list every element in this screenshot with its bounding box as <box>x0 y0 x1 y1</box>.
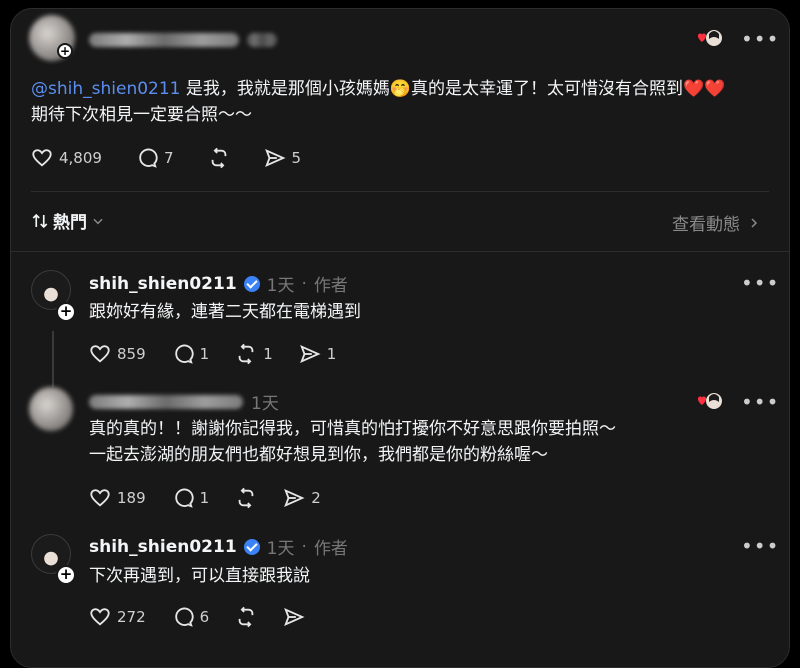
repost-icon <box>235 606 257 628</box>
verified-icon <box>243 275 260 292</box>
reply-author-name[interactable] <box>89 395 243 409</box>
reply-actions: 189 1 2 <box>89 487 321 509</box>
comment-icon <box>136 147 158 169</box>
like-button[interactable]: 272 <box>89 606 146 628</box>
heart-icon <box>31 147 53 169</box>
reply-text: 下次再遇到，可以直接跟我說 <box>89 566 310 586</box>
sort-dropdown[interactable]: 熱門 <box>31 208 105 233</box>
share-button[interactable]: 5 <box>264 147 301 169</box>
thread-line <box>52 331 54 387</box>
author-tag: 作者 <box>313 276 348 296</box>
repost-button[interactable]: 1 <box>235 343 273 365</box>
post-author-name[interactable] <box>89 33 239 47</box>
share-icon <box>283 606 305 628</box>
view-activity-link[interactable]: 查看動態 <box>672 210 760 235</box>
username[interactable]: shih_shien0211 <box>89 274 237 294</box>
verified-icon <box>243 538 260 555</box>
reply-actions: 859 1 1 1 <box>89 343 336 365</box>
liked-by-author-indicator <box>695 390 725 416</box>
username[interactable]: shih_shien0211 <box>89 537 237 557</box>
comment-icon <box>172 606 194 628</box>
like-button[interactable]: 4,809 <box>31 147 102 169</box>
comment-button[interactable]: 7 <box>136 147 174 169</box>
reply-author-avatar[interactable] <box>29 387 73 431</box>
divider <box>11 251 789 252</box>
comment-icon <box>172 487 194 509</box>
heart-icon <box>89 606 111 628</box>
comment-button[interactable]: 1 <box>172 343 209 365</box>
repost-button[interactable] <box>235 487 257 509</box>
reply-actions: 272 6 <box>89 606 305 628</box>
more-icon[interactable]: ••• <box>741 534 779 558</box>
repost-button[interactable] <box>208 147 230 169</box>
author-tag: 作者 <box>313 539 348 559</box>
chevron-down-icon <box>91 214 105 228</box>
share-icon <box>299 343 321 365</box>
follow-plus-icon[interactable]: + <box>56 565 76 585</box>
post-time <box>247 33 277 47</box>
reply-header: shih_shien0211 1天 · 作者 <box>89 534 348 560</box>
share-button[interactable]: 1 <box>299 343 336 365</box>
more-icon[interactable]: ••• <box>741 390 779 414</box>
heart-icon <box>89 343 111 365</box>
like-button[interactable]: 189 <box>89 487 146 509</box>
chevron-right-icon <box>748 216 760 230</box>
share-button[interactable] <box>283 606 305 628</box>
repost-icon <box>235 487 257 509</box>
post-text: @shih_shien0211 是我，我就是那個小孩媽媽🤭真的是太幸運了！太可惜… <box>31 79 726 125</box>
follow-plus-icon[interactable]: + <box>56 302 76 322</box>
follow-plus-icon[interactable]: + <box>57 43 73 59</box>
repost-icon <box>235 343 257 365</box>
post-actions: 4,809 7 5 <box>31 147 301 169</box>
comment-icon <box>172 343 194 365</box>
sort-icon <box>31 212 49 230</box>
mention-link[interactable]: @shih_shien0211 <box>31 79 180 99</box>
like-button[interactable]: 859 <box>89 343 146 365</box>
share-icon <box>283 487 305 509</box>
liked-by-author-indicator <box>695 27 725 53</box>
more-icon[interactable]: ••• <box>741 271 779 295</box>
comment-button[interactable]: 6 <box>172 606 209 628</box>
share-button[interactable]: 2 <box>283 487 321 509</box>
threads-panel: + ••• @shih_shien0211 是我，我就是那個小孩媽媽🤭真的是太幸… <box>10 8 790 668</box>
repost-icon <box>208 147 230 169</box>
share-icon <box>264 147 286 169</box>
repost-button[interactable] <box>235 606 257 628</box>
reply-header: shih_shien0211 1天 · 作者 <box>89 271 348 297</box>
reply-text: 跟妳好有緣，連著二天都在電梯遇到 <box>89 302 361 322</box>
comment-button[interactable]: 1 <box>172 487 209 509</box>
reply-text: 真的真的！！謝謝你記得我，可惜真的怕打擾你不好意思跟你要拍照～ 一起去澎湖的朋友… <box>89 419 616 465</box>
heart-icon <box>89 487 111 509</box>
more-icon[interactable]: ••• <box>741 27 779 51</box>
divider <box>31 191 769 192</box>
